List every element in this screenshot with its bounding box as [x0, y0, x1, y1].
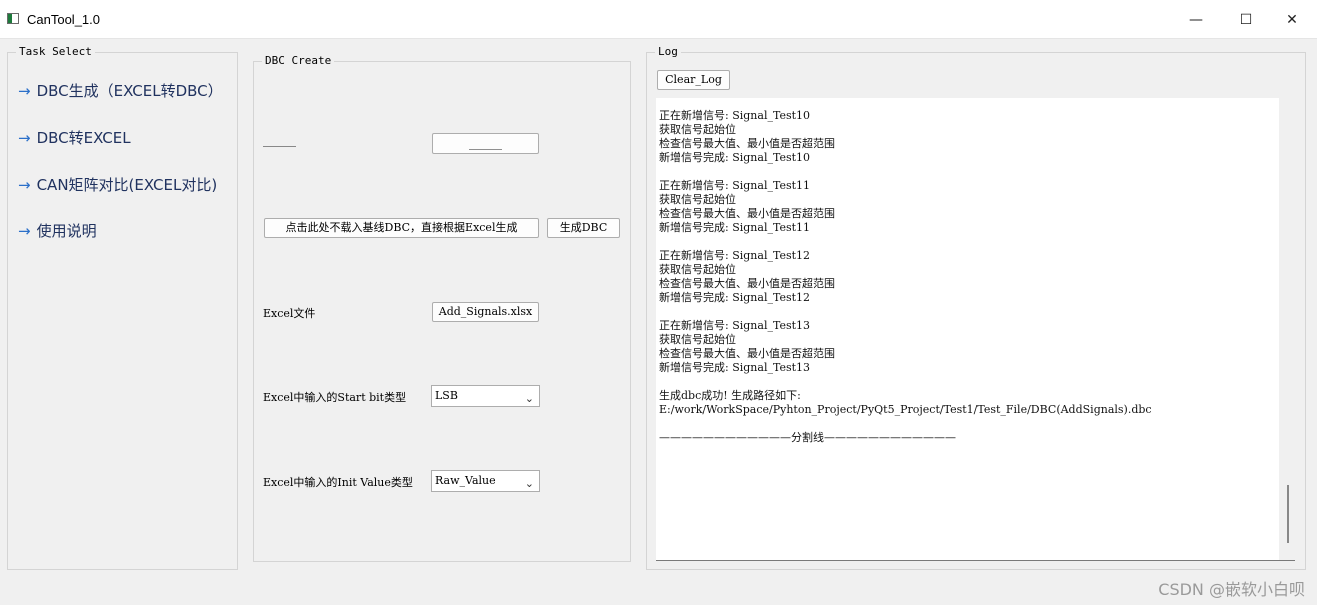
task-item-can-matrix-compare[interactable]: → CAN矩阵对比(EXCEL对比) — [18, 174, 217, 195]
excel-file-label: Excel文件 — [263, 307, 316, 320]
arrow-right-icon: → — [18, 82, 31, 100]
title-bar: CanTool_1.0 — ☐ ✕ — [0, 0, 1317, 39]
no-baseline-generate-button[interactable]: 点击此处不载入基线DBC，直接根据Excel生成 — [264, 218, 539, 238]
log-scrollbar[interactable] — [1279, 98, 1295, 560]
dbc-create-title: DBC Create — [262, 54, 335, 67]
clear-log-button[interactable]: Clear_Log — [657, 70, 730, 90]
start-bit-type-label: Excel中输入的Start bit类型 — [263, 391, 407, 404]
task-select-group: Task Select → DBC生成（EXCEL转DBC） → DBC转EXCEL… — [7, 45, 238, 570]
init-value-type-value: Raw_Value — [435, 474, 496, 487]
log-output[interactable]: 正在新增信号: Signal_Test10 获取信号起始位 检查信号最大值、最小… — [656, 98, 1295, 561]
generate-dbc-button[interactable]: 生成DBC — [547, 218, 620, 238]
start-bit-type-select[interactable]: LSB ⌄ — [431, 385, 540, 407]
minimize-button[interactable]: — — [1181, 8, 1211, 32]
task-item-label: 使用说明 — [36, 222, 97, 240]
excel-file-button[interactable]: Add_Signals.xlsx — [432, 302, 539, 322]
app-icon — [7, 13, 19, 24]
init-value-type-select[interactable]: Raw_Value ⌄ — [431, 470, 540, 492]
arrow-right-icon: → — [18, 176, 31, 194]
baseline-dbc-label: ______ — [263, 134, 296, 147]
close-button[interactable]: ✕ — [1277, 8, 1307, 32]
scrollbar-thumb[interactable] — [1287, 485, 1289, 543]
maximize-button[interactable]: ☐ — [1231, 8, 1261, 32]
task-item-instructions[interactable]: → 使用说明 — [18, 220, 97, 241]
watermark: CSDN @嵌软小白呗 — [1158, 580, 1305, 599]
window-title: CanTool_1.0 — [27, 12, 100, 27]
task-item-dbc-generate[interactable]: → DBC生成（EXCEL转DBC） — [18, 80, 223, 101]
log-text: 正在新增信号: Signal_Test10 获取信号起始位 检查信号最大值、最小… — [659, 109, 1152, 444]
start-bit-type-value: LSB — [435, 389, 458, 402]
init-value-type-label: Excel中输入的Init Value类型 — [263, 476, 413, 489]
task-item-label: CAN矩阵对比(EXCEL对比) — [36, 176, 218, 194]
task-select-title: Task Select — [16, 45, 95, 58]
chevron-down-icon: ⌄ — [524, 392, 534, 405]
arrow-right-icon: → — [18, 129, 31, 147]
baseline-dbc-button[interactable]: ______ — [432, 133, 539, 154]
arrow-right-icon: → — [18, 222, 31, 240]
log-title: Log — [655, 45, 681, 58]
task-item-label: DBC转EXCEL — [36, 129, 131, 147]
task-item-dbc-to-excel[interactable]: → DBC转EXCEL — [18, 127, 131, 148]
chevron-down-icon: ⌄ — [524, 477, 534, 490]
task-item-label: DBC生成（EXCEL转DBC） — [36, 82, 223, 100]
